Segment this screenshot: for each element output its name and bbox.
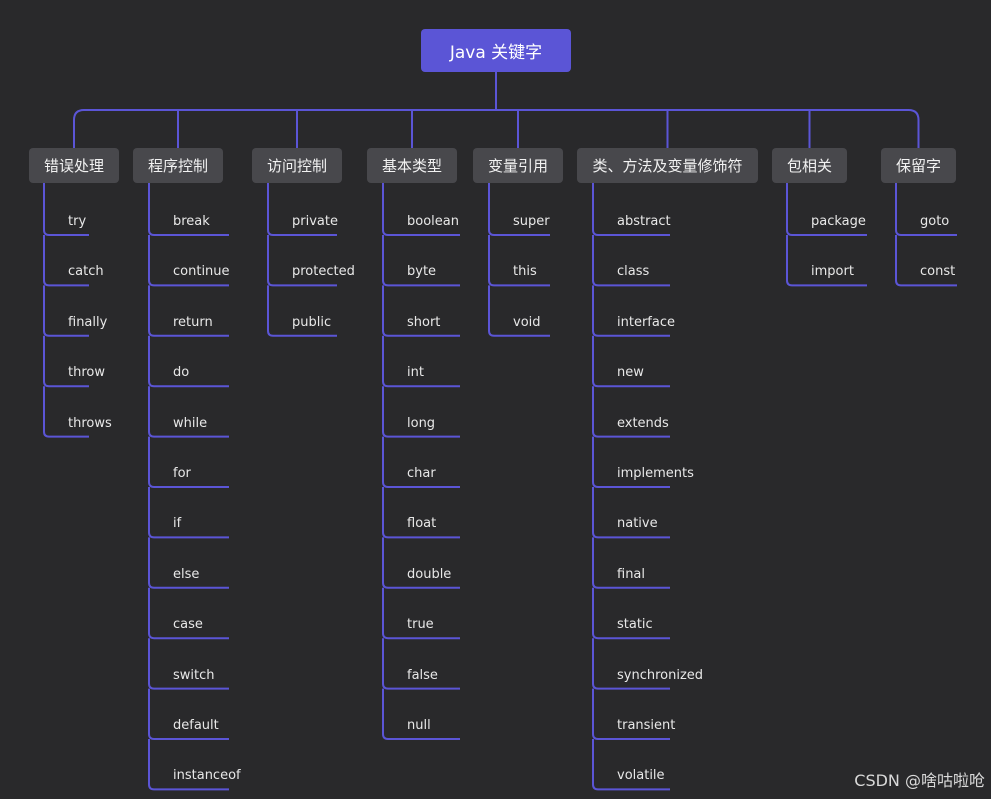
keyword-leaf: for <box>173 466 191 481</box>
keyword-leaf: switch <box>173 667 215 683</box>
keyword-leaf: native <box>617 516 658 532</box>
keyword-leaf: this <box>513 264 537 280</box>
keyword-leaf: byte <box>407 264 437 280</box>
category-node: 保留字 <box>881 148 956 183</box>
keyword-leaf: catch <box>68 264 104 280</box>
keyword-leaf: true <box>407 617 434 633</box>
keyword-leaf: volatile <box>617 768 665 784</box>
keyword-leaf: null <box>407 718 431 733</box>
keyword-leaf: short <box>407 314 441 330</box>
keyword-leaf: return <box>173 314 213 330</box>
keyword-leaf: extends <box>617 415 669 431</box>
keyword-mindmap: Java 关键字 错误处理 try catch finally throw throws 程… <box>0 0 991 799</box>
keyword-leaf: throw <box>68 365 105 381</box>
leaf-connector-line <box>148 487 229 539</box>
category-node: 类、方法及变量修饰符 <box>577 148 758 183</box>
keyword-leaf: double <box>407 566 452 582</box>
keyword-leaf: synchronized <box>617 667 704 683</box>
keyword-leaf: const <box>920 264 956 280</box>
keyword-leaf: interface <box>617 314 675 330</box>
keyword-leaf: break <box>173 214 210 229</box>
keyword-leaf: float <box>407 516 437 532</box>
keyword-leaf: long <box>407 415 436 431</box>
keyword-leaf: case <box>173 617 203 633</box>
category-node: 包相关 <box>772 148 847 183</box>
keyword-leaf: new <box>617 365 644 381</box>
keyword-leaf: static <box>617 617 653 633</box>
keyword-leaf: final <box>617 566 646 582</box>
watermark: CSDN @啥咕啦呛 <box>854 771 985 790</box>
keyword-leaf: boolean <box>407 214 459 229</box>
keyword-leaf: continue <box>173 264 230 280</box>
category-node: 程序控制 <box>133 148 223 183</box>
keyword-leaf: import <box>811 264 854 280</box>
keyword-leaf: char <box>407 466 436 481</box>
keyword-leaf: try <box>68 214 87 229</box>
keyword-leaf: if <box>173 516 182 532</box>
root-node-java-keywords: Java 关键字 <box>421 29 571 72</box>
keyword-leaf: instanceof <box>173 768 241 784</box>
keyword-leaf: public <box>292 314 332 330</box>
keyword-leaf: super <box>513 214 550 229</box>
keyword-leaf: implements <box>617 466 694 481</box>
keyword-leaf: default <box>173 718 219 733</box>
keyword-leaf: private <box>292 214 338 229</box>
category-node: 访问控制 <box>252 148 342 183</box>
keyword-leaf: false <box>407 667 438 683</box>
keyword-leaf: abstract <box>617 214 671 229</box>
keyword-leaf: void <box>513 314 541 330</box>
keyword-leaf: while <box>173 415 208 431</box>
keyword-leaf: finally <box>68 314 108 330</box>
bus-line <box>73 109 920 148</box>
keyword-leaf: transient <box>617 718 676 733</box>
keyword-leaf: int <box>407 365 424 381</box>
category-node: 错误处理 <box>29 148 119 183</box>
connector-lines <box>43 72 957 791</box>
category-node: 基本类型 <box>367 148 457 183</box>
keyword-leaf: do <box>173 365 190 381</box>
category-node: 变量引用 <box>473 148 563 183</box>
keyword-leaf: throws <box>68 415 112 431</box>
keyword-leaf: package <box>811 214 866 229</box>
keyword-leaf: class <box>617 264 650 280</box>
keyword-leaf: goto <box>920 214 950 229</box>
keyword-leaf: else <box>173 566 200 582</box>
keyword-leaf: protected <box>292 264 355 280</box>
